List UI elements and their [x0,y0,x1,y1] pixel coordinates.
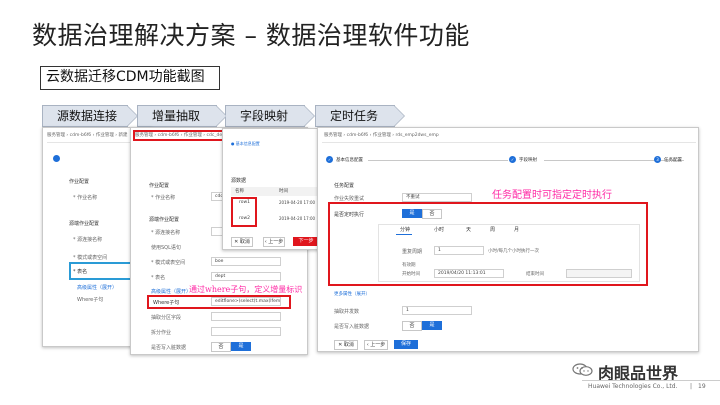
step-label: 字段映射 [240,109,289,123]
tab-minute[interactable]: 分钟 [400,226,410,233]
step-incremental: 增量抽取 [137,105,227,127]
breadcrumb: 服务管理 › cdm-b6f6 › 作业管理 › rds_emp2dws_emp [324,133,439,138]
slide-title: 数据治理解决方案 – 数据治理软件功能 [32,21,470,50]
step-line [544,160,684,161]
table-input[interactable]: dept [211,272,281,281]
repeat-hint: 小时/每几个小时执行一次 [488,249,540,254]
annotation-where: 通过where子句，定义增量标识 [189,285,303,294]
concurrency-label: 抽取并发数 [334,309,360,315]
dirty-label: 是否写入脏数据 [334,324,370,330]
section-title: 作业配置 [69,179,90,185]
split-input[interactable] [211,327,281,336]
red-highlight-rows [231,197,257,227]
field-label: * 作业名称 [151,195,176,201]
slide-subtitle: 云数据迁移CDM功能截图 [40,66,220,90]
concurrency-input[interactable]: 1 [402,306,472,315]
tab-underline [396,234,412,235]
step-label: 源数据连接 [57,109,118,123]
step-mapping: 字段映射 [519,158,537,163]
row-time: 2019-04-20 17:00 [279,200,316,205]
col-time: 时间 [279,189,288,194]
cancel-button[interactable]: ✕ 取消 [334,340,358,350]
repeat-input[interactable]: 1 [434,246,484,255]
step-task: 任务配置 [664,158,682,163]
section-title: 源端作业配置 [69,221,100,227]
field-label: 抽取分区字段 [151,315,182,321]
step-current-icon: 3 [654,156,661,163]
valid-label: 有效期 [402,263,416,268]
end-label: 结束时间 [526,272,544,277]
step-line [368,160,508,161]
field-label: * 模式或表空间 [151,260,186,266]
step-dot [53,155,60,162]
retry-select[interactable]: 不重试 [402,193,472,202]
schedule-label: 是否定时执行 [334,212,365,218]
section-title: 作业配置 [149,183,170,189]
more-link[interactable]: 更多属性（展开） [334,291,370,297]
dirty-no[interactable]: 否 [402,321,422,331]
section-title: 任务配置 [334,183,355,189]
field-label: 是否写入脏数据 [151,345,187,351]
footer-divider [582,380,720,381]
field-label: * 模式或表空间 [73,255,108,261]
col-name: 名称 [235,189,244,194]
field-label: * 作业名称 [73,195,98,201]
section-title: 源端作业配置 [149,217,180,223]
company-name: Huawei Technologies Co., Ltd. [588,383,678,390]
toggle-no[interactable]: 否 [211,342,231,352]
field-label: * 表名 [73,269,88,275]
prev-button[interactable]: ‹ 上一步 [263,237,285,247]
schema-input[interactable]: boe [211,257,281,266]
retry-label: 作业失败重试 [334,196,365,202]
step-done-icon: ✓ [509,156,516,163]
where-clause-input[interactable]: editflone>(select(t.max(lfeme) [211,297,281,306]
schedule-no[interactable]: 否 [422,209,442,219]
table-header: 名称 时间 [231,187,319,196]
field-label: * 表名 [151,275,166,281]
step-schedule: 定时任务 [315,105,405,127]
source-label: 源数据 [231,178,247,184]
field-label: * 源连接名称 [73,237,103,243]
tab-week[interactable]: 周 [490,226,495,233]
step-done-icon: ✓ [326,156,333,163]
screenshot-schedule: 服务管理 › cdm-b6f6 › 作业管理 › rds_emp2dws_emp… [317,127,699,352]
page-sep: | [690,383,693,390]
end-time-input[interactable] [566,269,632,278]
field-label: 使用SQL语句 [151,245,181,251]
step-indicator: ● 基本信息配置 [231,141,260,146]
partition-input[interactable] [211,312,281,321]
schedule-yes[interactable]: 是 [402,209,422,218]
save-button[interactable]: 保存 [394,340,418,349]
start-label: 开始时间 [402,272,420,277]
annotation-schedule: 任务配置时可指定定时执行 [492,190,612,201]
field-label: * 源连接名称 [151,230,181,236]
row-time: 2019-04-20 17:00 [279,216,316,221]
prev-button[interactable]: ‹ 上一步 [364,340,388,350]
page-number: 19 [698,383,706,390]
step-source-connect: 源数据连接 [42,105,138,127]
tab-day[interactable]: 天 [466,226,471,233]
next-button[interactable]: 下一步 [293,237,319,246]
wechat-icon [572,362,594,376]
step-field-mapping: 字段映射 [225,105,315,127]
where-label: Where子句 [153,300,180,306]
tab-month[interactable]: 月 [514,226,519,233]
divider [322,142,696,143]
step-basic: 基本信息配置 [336,158,363,163]
advanced-link[interactable]: 高级属性（展开） [151,288,191,295]
breadcrumb: 服务管理 › cdm-b6f6 › 作业管理 › 新建 [47,133,128,138]
toggle-yes[interactable]: 是 [231,342,251,351]
repeat-label: 重复周期 [402,249,423,255]
advanced-link[interactable]: 高级属性（展开） [77,284,117,291]
cancel-button[interactable]: ✕ 取消 [231,237,253,247]
step-label: 定时任务 [330,109,379,123]
field-label: 拆分作业 [151,330,172,336]
step-label: 增量抽取 [152,109,201,123]
field-label: Where子句 [77,297,104,303]
screenshot-field-mapping: ● 基本信息配置 源数据 名称 时间 row1 2019-04-20 17:00… [222,128,322,250]
start-time-input[interactable]: 2019/04/20 11:13:01 [434,269,504,278]
dirty-yes[interactable]: 是 [422,321,442,330]
tab-hour[interactable]: 小时 [434,226,444,233]
